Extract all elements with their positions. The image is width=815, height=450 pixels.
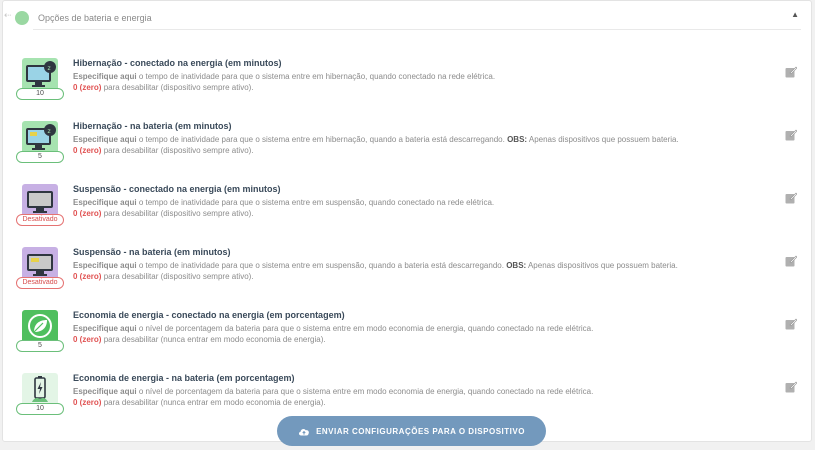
setting-icon-wrap: 10 bbox=[15, 373, 64, 421]
setting-value-badge: 10 bbox=[16, 403, 64, 415]
setting-value-badge: 5 bbox=[16, 151, 64, 163]
setting-disable-text: para desabilitar (dispositivo sempre ati… bbox=[103, 272, 254, 281]
monitor-icon bbox=[22, 184, 58, 217]
setting-description-text: o nível de porcentagem da bateria para q… bbox=[138, 324, 594, 333]
back-arrow-icon[interactable]: ⇠ bbox=[4, 10, 12, 21]
battery-charging-icon bbox=[22, 373, 58, 406]
zero-label: 0 (zero) bbox=[73, 146, 102, 155]
setting-description-text: o tempo de inatividade para que o sistem… bbox=[138, 198, 495, 207]
setting-disable-note: 0 (zero) para desabilitar (nunca entrar … bbox=[73, 397, 757, 408]
setting-row-hibernate-ac: z 10 Hibernação - conectado na energia (… bbox=[15, 58, 797, 106]
zero-label: 0 (zero) bbox=[73, 209, 102, 218]
zero-label: 0 (zero) bbox=[73, 398, 102, 407]
setting-disable-text: para desabilitar (nunca entrar em modo e… bbox=[103, 398, 326, 407]
setting-disable-text: para desabilitar (nunca entrar em modo e… bbox=[103, 335, 326, 344]
edit-icon[interactable] bbox=[785, 129, 797, 141]
setting-disable-note: 0 (zero) para desabilitar (dispositivo s… bbox=[73, 271, 757, 282]
send-settings-button[interactable]: ENVIAR CONFIGURAÇÕES PARA O DISPOSITIVO bbox=[277, 416, 546, 446]
setting-text: Hibernação - na bateria (em minutos) Esp… bbox=[73, 121, 757, 156]
setting-value-badge: 5 bbox=[16, 340, 64, 352]
setting-text: Economia de energia - conectado na energ… bbox=[73, 310, 757, 345]
setting-text: Hibernação - conectado na energia (em mi… bbox=[73, 58, 757, 93]
leaf-icon bbox=[22, 310, 58, 343]
setting-value-badge: Desativado bbox=[16, 277, 64, 289]
obs-text: Apenas dispositivos que possuem bateria. bbox=[528, 135, 679, 144]
svg-text:z: z bbox=[48, 65, 51, 72]
send-settings-label: ENVIAR CONFIGURAÇÕES PARA O DISPOSITIVO bbox=[316, 426, 525, 436]
edit-icon[interactable] bbox=[785, 192, 797, 204]
setting-disable-note: 0 (zero) para desabilitar (dispositivo s… bbox=[73, 208, 757, 219]
specify-label: Especifique aqui bbox=[73, 324, 137, 333]
setting-row-hibernate-battery: z 5 Hibernação - na bateria (em minutos)… bbox=[15, 121, 797, 169]
collapse-chevron-up-icon[interactable]: ▲ bbox=[791, 10, 799, 19]
obs-text: Apenas dispositivos que possuem bateria. bbox=[527, 261, 678, 270]
specify-label: Especifique aqui bbox=[73, 261, 137, 270]
setting-text: Suspensão - conectado na energia (em min… bbox=[73, 184, 757, 219]
setting-title: Suspensão - conectado na energia (em min… bbox=[73, 184, 281, 194]
battery-energy-panel: ⇠ Opções de bateria e energia ▲ z 10 Hib… bbox=[2, 0, 812, 442]
setting-icon-wrap: z 5 bbox=[15, 121, 64, 169]
setting-title: Hibernação - conectado na energia (em mi… bbox=[73, 58, 282, 68]
svg-text:z: z bbox=[48, 128, 51, 135]
setting-row-suspend-battery: Desativado Suspensão - na bateria (em mi… bbox=[15, 247, 797, 295]
setting-title: Suspensão - na bateria (em minutos) bbox=[73, 247, 231, 257]
specify-label: Especifique aqui bbox=[73, 135, 137, 144]
setting-title: Economia de energia - na bateria (em por… bbox=[73, 373, 295, 383]
setting-disable-text: para desabilitar (dispositivo sempre ati… bbox=[103, 83, 254, 92]
setting-title: Hibernação - na bateria (em minutos) bbox=[73, 121, 232, 131]
panel-title: Opções de bateria e energia bbox=[38, 12, 152, 23]
setting-text: Economia de energia - na bateria (em por… bbox=[73, 373, 757, 408]
setting-text: Suspensão - na bateria (em minutos) Espe… bbox=[73, 247, 757, 282]
zero-label: 0 (zero) bbox=[73, 335, 102, 344]
setting-disable-note: 0 (zero) para desabilitar (nunca entrar … bbox=[73, 334, 757, 345]
setting-icon-wrap: z 10 bbox=[15, 58, 64, 106]
obs-label: OBS: bbox=[507, 135, 528, 144]
edit-icon[interactable] bbox=[785, 255, 797, 267]
setting-row-saver-battery: 10 Economia de energia - na bateria (em … bbox=[15, 373, 797, 421]
setting-row-saver-ac: 5 Economia de energia - conectado na ene… bbox=[15, 310, 797, 358]
zero-label: 0 (zero) bbox=[73, 272, 102, 281]
monitor-battery-sleep-icon: z bbox=[22, 121, 58, 154]
setting-icon-wrap: Desativado bbox=[15, 247, 64, 295]
setting-description-text: o tempo de inatividade para que o sistem… bbox=[138, 261, 504, 270]
setting-value-badge: Desativado bbox=[16, 214, 64, 226]
panel-status-dot bbox=[15, 10, 29, 25]
setting-description-text: o tempo de inatividade para que o sistem… bbox=[138, 72, 496, 81]
setting-icon-wrap: Desativado bbox=[15, 184, 64, 232]
edit-icon[interactable] bbox=[785, 318, 797, 330]
setting-value-badge: 10 bbox=[16, 88, 64, 100]
setting-disable-text: para desabilitar (dispositivo sempre ati… bbox=[103, 209, 254, 218]
setting-description: Especifique aqui o nível de porcentagem … bbox=[73, 323, 757, 334]
panel-header[interactable]: Opções de bateria e energia bbox=[15, 5, 801, 30]
monitor-battery-icon bbox=[22, 247, 58, 280]
setting-description: Especifique aqui o nível de porcentagem … bbox=[73, 386, 757, 397]
setting-disable-note: 0 (zero) para desabilitar (dispositivo s… bbox=[73, 145, 757, 156]
zero-label: 0 (zero) bbox=[73, 83, 102, 92]
setting-description: Especifique aqui o tempo de inatividade … bbox=[73, 197, 757, 208]
setting-description-text: o nível de porcentagem da bateria para q… bbox=[138, 387, 594, 396]
setting-description: Especifique aqui o tempo de inatividade … bbox=[73, 134, 757, 145]
setting-description-text: o tempo de inatividade para que o sistem… bbox=[138, 135, 505, 144]
setting-row-suspend-ac: Desativado Suspensão - conectado na ener… bbox=[15, 184, 797, 232]
setting-description: Especifique aqui o tempo de inatividade … bbox=[73, 260, 757, 271]
specify-label: Especifique aqui bbox=[73, 387, 137, 396]
setting-title: Economia de energia - conectado na energ… bbox=[73, 310, 345, 320]
cloud-upload-icon bbox=[299, 428, 309, 435]
specify-label: Especifique aqui bbox=[73, 198, 137, 207]
header-divider bbox=[33, 29, 801, 30]
edit-icon[interactable] bbox=[785, 66, 797, 78]
setting-disable-text: para desabilitar (dispositivo sempre ati… bbox=[103, 146, 254, 155]
specify-label: Especifique aqui bbox=[73, 72, 137, 81]
edit-icon[interactable] bbox=[785, 381, 797, 393]
monitor-sleep-icon: z bbox=[22, 58, 58, 91]
setting-disable-note: 0 (zero) para desabilitar (dispositivo s… bbox=[73, 82, 757, 93]
setting-icon-wrap: 5 bbox=[15, 310, 64, 358]
setting-description: Especifique aqui o tempo de inatividade … bbox=[73, 71, 757, 82]
obs-label: OBS: bbox=[506, 261, 527, 270]
